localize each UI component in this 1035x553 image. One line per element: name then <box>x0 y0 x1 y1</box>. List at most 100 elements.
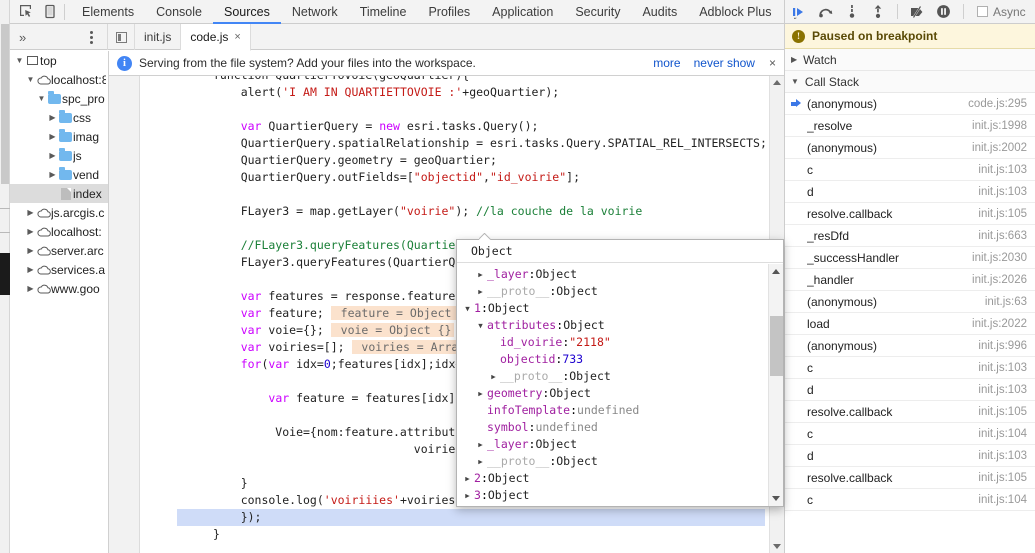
chevron-down-icon[interactable] <box>474 317 487 334</box>
chevron-right-icon[interactable] <box>25 284 36 293</box>
tab-timeline[interactable]: Timeline <box>349 0 418 24</box>
chevron-right-icon[interactable] <box>474 453 487 470</box>
popover-property-list[interactable]: _layer: Object__proto__: Object1: Object… <box>457 264 768 506</box>
call-stack-row[interactable]: resolve.callback init.js:105 <box>785 401 1035 423</box>
call-stack-row[interactable]: c init.js:103 <box>785 159 1035 181</box>
object-property-row[interactable]: symbol: undefined <box>457 419 768 436</box>
tab-application[interactable]: Application <box>481 0 564 24</box>
chevron-right-icon[interactable] <box>461 470 474 487</box>
deactivate-breakpoints-button[interactable] <box>909 3 926 20</box>
object-property-row[interactable]: __proto__: Object <box>457 283 768 300</box>
file-tree-item[interactable]: spc_pro <box>10 89 108 108</box>
resume-script-button[interactable] <box>791 3 808 20</box>
tab-profiles[interactable]: Profiles <box>417 0 481 24</box>
call-stack-row[interactable]: resolve.callback init.js:105 <box>785 467 1035 489</box>
call-stack-row[interactable]: (anonymous) init.js:996 <box>785 335 1035 357</box>
call-stack-row[interactable]: load init.js:2022 <box>785 313 1035 335</box>
step-over-button[interactable] <box>817 3 834 20</box>
call-stack-row[interactable]: _resolve init.js:1998 <box>785 115 1035 137</box>
call-stack-list[interactable]: (anonymous) code.js:295 _resolve init.js:19… <box>785 93 1035 511</box>
chevron-right-icon[interactable] <box>47 113 58 122</box>
chevron-down-icon[interactable] <box>36 94 47 103</box>
call-stack-section-header[interactable]: ▼ Call Stack <box>785 71 1035 93</box>
code-line[interactable]: 269function QuartierToVoie(geoQuartier){ <box>177 76 765 84</box>
file-tree-item[interactable]: services.a <box>10 260 108 279</box>
file-tree-item[interactable]: index <box>10 184 108 203</box>
popover-scroll-up-icon[interactable] <box>772 269 780 274</box>
tab-adblock-plus[interactable]: Adblock Plus <box>688 0 782 24</box>
file-tree-item[interactable]: localhost: <box>10 222 108 241</box>
chevron-right-icon[interactable] <box>474 283 487 300</box>
tab-audits[interactable]: Audits <box>631 0 688 24</box>
chevron-right-icon[interactable] <box>487 368 500 385</box>
call-stack-row[interactable]: d init.js:103 <box>785 181 1035 203</box>
code-line[interactable]: 277 FLayer3 = map.getLayer("voirie"); //… <box>177 203 765 220</box>
file-tree-item[interactable]: vend <box>10 165 108 184</box>
tab-security[interactable]: Security <box>564 0 631 24</box>
object-property-row[interactable]: _layer: Object <box>457 436 768 453</box>
object-property-row[interactable]: __proto__: Object <box>457 368 768 385</box>
show-navigator-icon[interactable]: » <box>19 30 26 45</box>
object-property-row[interactable]: _layer: Object <box>457 266 768 283</box>
file-tree-item[interactable]: www.goo <box>10 279 108 298</box>
call-stack-row[interactable]: d init.js:103 <box>785 379 1035 401</box>
code-line[interactable]: 296} <box>177 526 765 543</box>
code-line[interactable]: 276 <box>177 186 765 203</box>
popover-scrollbar-thumb[interactable] <box>770 316 783 376</box>
inspect-element-icon[interactable] <box>18 4 33 19</box>
chevron-right-icon[interactable] <box>25 227 36 236</box>
device-toolbar-icon[interactable] <box>43 4 58 19</box>
call-stack-row[interactable]: resolve.callback init.js:105 <box>785 203 1035 225</box>
chevron-right-icon[interactable] <box>474 266 487 283</box>
chevron-right-icon[interactable] <box>47 170 58 179</box>
banner-more-link[interactable]: more <box>653 56 680 70</box>
call-stack-row[interactable]: c init.js:104 <box>785 423 1035 445</box>
code-line[interactable]: 278 <box>177 220 765 237</box>
async-checkbox[interactable] <box>977 6 988 17</box>
chevron-down-icon[interactable] <box>25 75 36 84</box>
object-property-row[interactable]: 1: Object <box>457 300 768 317</box>
object-property-row[interactable]: 4: Object <box>457 504 768 506</box>
watch-section-header[interactable]: ▶ Watch <box>785 49 1035 71</box>
scroll-up-arrow-icon[interactable] <box>773 80 781 85</box>
call-stack-row[interactable]: c init.js:103 <box>785 357 1035 379</box>
file-tree-item[interactable]: js.arcgis.c <box>10 203 108 222</box>
scroll-down-arrow-icon[interactable] <box>773 544 781 549</box>
call-stack-row[interactable]: c init.js:104 <box>785 489 1035 511</box>
chevron-right-icon[interactable] <box>47 132 58 141</box>
call-stack-row[interactable]: (anonymous) init.js:2002 <box>785 137 1035 159</box>
chevron-right-icon[interactable] <box>47 151 58 160</box>
file-tree-item[interactable]: top <box>10 51 108 70</box>
object-property-row[interactable]: objectid: 733 <box>457 351 768 368</box>
file-tree-item[interactable]: server.arc <box>10 241 108 260</box>
step-into-button[interactable] <box>843 3 860 20</box>
chevron-right-icon[interactable] <box>25 265 36 274</box>
tabs-scroll-left-button[interactable] <box>109 24 135 50</box>
code-line[interactable]: 271 <box>177 101 765 118</box>
call-stack-row[interactable]: (anonymous) init.js:63 <box>785 291 1035 313</box>
file-tab-close-icon[interactable]: × <box>234 31 240 43</box>
call-stack-row[interactable]: _resDfd init.js:663 <box>785 225 1035 247</box>
tab-console[interactable]: Console <box>145 0 213 24</box>
file-tree-item[interactable]: imag <box>10 127 108 146</box>
code-line[interactable]: 297/*function selectInQuartier(response)… <box>177 543 765 544</box>
chevron-right-icon[interactable] <box>25 208 36 217</box>
object-property-row[interactable]: infoTemplate: undefined <box>457 402 768 419</box>
chevron-right-icon[interactable] <box>461 487 474 504</box>
call-stack-row[interactable]: (anonymous) code.js:295 <box>785 93 1035 115</box>
chevron-down-icon[interactable] <box>14 56 25 65</box>
object-property-row[interactable]: 2: Object <box>457 470 768 487</box>
code-line[interactable]: 274 QuartierQuery.geometry = geoQuartier… <box>177 152 765 169</box>
code-line[interactable]: 270 alert('I AM IN QUARTIETTOVOIE :'+geo… <box>177 84 765 101</box>
object-property-row[interactable]: geometry: Object <box>457 385 768 402</box>
step-out-button[interactable] <box>869 3 886 20</box>
file-tab-code-js[interactable]: code.js × <box>181 24 251 51</box>
object-property-row[interactable]: id_voirie: "2118" <box>457 334 768 351</box>
page-scrollbar-strip[interactable] <box>0 0 10 553</box>
chevron-right-icon[interactable] <box>474 436 487 453</box>
navigator-file-tree[interactable]: top localhost:8 spc_procss imag js vend index j… <box>10 51 109 553</box>
page-scrollbar-thumb[interactable] <box>1 24 9 184</box>
call-stack-row[interactable]: _successHandler init.js:2030 <box>785 247 1035 269</box>
object-property-row[interactable]: attributes: Object <box>457 317 768 334</box>
code-line[interactable]: 295 }); <box>177 509 765 526</box>
